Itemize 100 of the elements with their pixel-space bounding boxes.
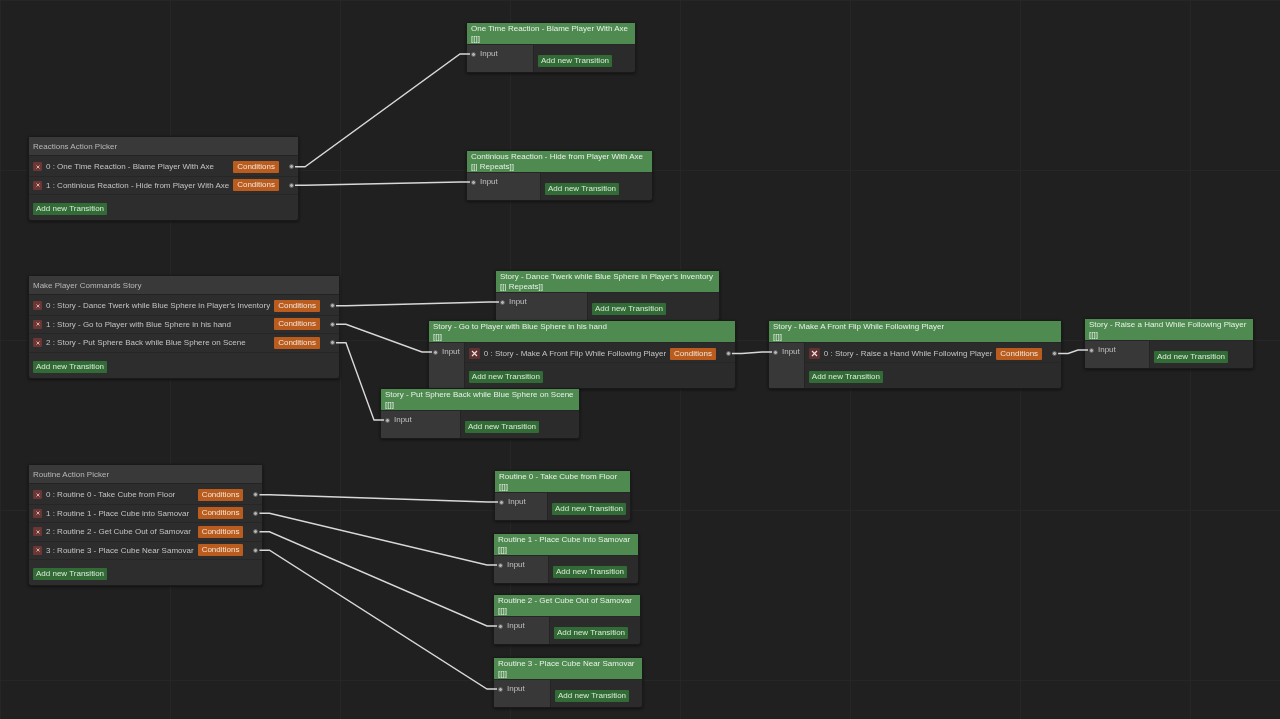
port-icon[interactable]: [500, 299, 505, 305]
node-card[interactable]: Story - Make A Front Flip While Following Player [[]] Input 0 : Story - Raise a Hand While Following Player Conditions Add new Transition: [768, 320, 1063, 389]
x-icon: [810, 350, 818, 357]
port-icon[interactable]: [253, 510, 259, 516]
node-card[interactable]: Routine 0 - Take Cube from Floor [[]] Input Add new Transition: [494, 470, 632, 521]
input-label: Input: [508, 497, 526, 506]
conditions-button[interactable]: Conditions: [197, 525, 244, 538]
port-icon[interactable]: [253, 547, 259, 553]
node-tags: [[| Repeats]]: [500, 281, 715, 291]
delete-button[interactable]: [33, 338, 42, 348]
add-transition-button[interactable]: Add new Transition: [468, 371, 543, 383]
node-tags: [[]]: [498, 668, 638, 678]
add-transition-button[interactable]: Add new Transition: [555, 690, 630, 702]
node-card[interactable]: Routine 2 - Get Cube Out of Samovar [[]] Input Add new Transition: [493, 594, 641, 645]
node-card[interactable]: One Time Reaction - Blame Player With Axe [[]] Input Add new Transition: [466, 22, 636, 73]
add-transition-button[interactable]: Add new Transition: [808, 371, 883, 383]
node-title: Routine 1 - Place Cube into Samovar: [498, 535, 632, 545]
conditions-button[interactable]: Conditions: [274, 336, 320, 349]
add-transition-button[interactable]: Add new Transition: [538, 55, 613, 67]
node-card[interactable]: Routine 3 - Place Cube Near Samovar [[]] Input Add new Transition: [493, 657, 643, 708]
add-transition-button[interactable]: Add new Transition: [553, 566, 628, 578]
port-icon[interactable]: [471, 51, 476, 57]
x-icon: [35, 548, 40, 553]
input-label: Input: [442, 347, 460, 356]
x-icon: [35, 183, 40, 188]
transition-label: 2 : Story - Put Sphere Back while Blue Sphere on Scene: [46, 338, 247, 348]
port-icon[interactable]: [433, 349, 438, 355]
port-icon[interactable]: [1089, 347, 1094, 353]
delete-button[interactable]: [33, 527, 42, 537]
conditions-button[interactable]: Conditions: [233, 160, 279, 173]
transition-label: 1 : Continious Reaction - Hide from Player With Axe: [46, 180, 230, 190]
x-icon: [35, 511, 40, 516]
node-card[interactable]: Story - Dance Twerk while Blue Sphere in Player's Inventory [[| Repeats]] Input Add new Transition: [495, 270, 720, 321]
node-title: Story - Go to Player with Blue Sphere in his hand: [433, 322, 608, 332]
conditions-button[interactable]: Conditions: [670, 347, 716, 360]
delete-button[interactable]: [33, 319, 42, 329]
node-title: Continious Reaction - Hide from Player With Axe: [471, 152, 645, 162]
conditions-button[interactable]: Conditions: [197, 544, 244, 557]
add-transition-button[interactable]: Add new Transition: [465, 421, 540, 433]
add-transition-button[interactable]: Add new Transition: [33, 568, 108, 580]
node-title: Routine Action Picker: [33, 469, 110, 479]
delete-button[interactable]: [468, 348, 480, 359]
node-card[interactable]: Story - Put Sphere Back while Blue Sphere on Scene [[]] Input Add new Transition: [380, 388, 580, 439]
transition-label: 1 : Story - Go to Player with Blue Sphere in his hand: [46, 319, 232, 329]
port-icon[interactable]: [253, 492, 259, 498]
conditions-button[interactable]: Conditions: [197, 507, 244, 520]
node-title: Story - Make A Front Flip While Following Player: [773, 322, 946, 332]
delete-button[interactable]: [33, 508, 42, 518]
add-transition-button[interactable]: Add new Transition: [545, 183, 620, 195]
delete-button[interactable]: [33, 301, 42, 311]
conditions-button[interactable]: Conditions: [233, 179, 279, 192]
add-transition-button[interactable]: Add new Transition: [554, 627, 629, 639]
port-icon[interactable]: [253, 529, 259, 535]
conditions-button[interactable]: Conditions: [274, 299, 320, 312]
node-title: Routine 3 - Place Cube Near Samovar: [498, 659, 636, 669]
port-icon[interactable]: [498, 686, 503, 692]
input-label: Input: [509, 297, 527, 306]
x-icon: [35, 303, 40, 308]
add-transition-button[interactable]: Add new Transition: [33, 360, 108, 373]
node-tags: [[]]: [498, 605, 636, 615]
port-icon[interactable]: [498, 562, 503, 568]
delete-button[interactable]: [33, 162, 42, 172]
port-icon[interactable]: [289, 164, 294, 170]
conditions-button[interactable]: Conditions: [274, 318, 320, 331]
node-card[interactable]: Routine 1 - Place Cube into Samovar [[]] Input Add new Transition: [493, 533, 639, 584]
delete-button[interactable]: [33, 490, 42, 500]
port-icon[interactable]: [725, 351, 731, 356]
port-icon[interactable]: [329, 340, 335, 346]
port-icon[interactable]: [329, 303, 335, 309]
node-tags: [[]]: [385, 399, 575, 409]
node-tags: [[]]: [1089, 329, 1249, 339]
delete-button[interactable]: [808, 348, 820, 359]
port-icon[interactable]: [1052, 351, 1058, 356]
node-card[interactable]: Reactions Action Picker 0 : One Time Reaction - Blame Player With Axe Conditions 1 : Continious Reaction - Hide from Player With Axe Conditions Add new Transition: [28, 136, 299, 221]
node-title: Make Player Commands Story: [33, 280, 142, 290]
add-transition-button[interactable]: Add new Transition: [552, 503, 627, 515]
x-icon: [470, 350, 478, 357]
input-label: Input: [507, 560, 525, 569]
port-icon[interactable]: [773, 349, 778, 355]
port-icon[interactable]: [385, 417, 390, 423]
node-card[interactable]: Continious Reaction - Hide from Player With Axe [[| Repeats]] Input Add new Transition: [466, 150, 653, 201]
port-icon[interactable]: [289, 182, 294, 188]
node-card[interactable]: [28, 275, 340, 379]
port-icon[interactable]: [329, 321, 335, 327]
conditions-button[interactable]: Conditions: [197, 488, 244, 501]
input-label: Input: [507, 621, 525, 630]
add-transition-button[interactable]: Add new Transition: [592, 303, 667, 315]
delete-button[interactable]: [33, 180, 42, 190]
conditions-button[interactable]: Conditions: [996, 347, 1043, 360]
add-transition-button[interactable]: Add new Transition: [1154, 351, 1229, 363]
port-icon[interactable]: [471, 179, 476, 185]
add-transition-button[interactable]: Add new Transition: [33, 203, 108, 215]
delete-button[interactable]: [33, 545, 42, 555]
node-title: Routine 2 - Get Cube Out of Samovar: [498, 596, 633, 606]
node-card[interactable]: [28, 464, 264, 586]
node-card[interactable]: Story - Raise a Hand While Following Player [[]] Input Add new Transition: [1084, 318, 1254, 369]
node-title: Story - Dance Twerk while Blue Sphere in Player's Inventory: [500, 272, 715, 282]
port-icon[interactable]: [498, 623, 503, 629]
port-icon[interactable]: [499, 499, 504, 505]
node-card[interactable]: Story - Go to Player with Blue Sphere in his hand [[]] Input 0 : Story - Make A Front Flip While Following Player Conditions Add new Transition: [428, 320, 736, 389]
